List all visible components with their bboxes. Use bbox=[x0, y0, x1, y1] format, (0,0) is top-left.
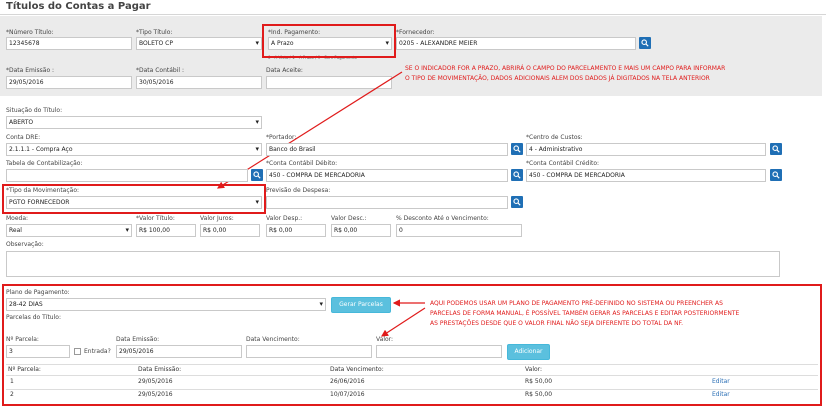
valor-desc-input[interactable]: R$ 0,00 bbox=[331, 224, 391, 237]
valor-juros-label: Valor Juros: bbox=[200, 215, 234, 222]
conta-dre-label: Conta DRE: bbox=[6, 134, 41, 141]
row-valor: R$ 50,00 bbox=[525, 391, 553, 398]
table-row: 2 29/05/2016 10/07/2016 R$ 50,00 Editar bbox=[6, 391, 818, 401]
valor-desc-label: Valor Desc.: bbox=[331, 215, 367, 222]
previsao-despesa-label: Previsão de Despesa: bbox=[266, 187, 331, 194]
valor-desp-label: Valor Desp.: bbox=[266, 215, 303, 222]
observacao-label: Observação: bbox=[6, 241, 44, 248]
conta-credito-label: *Conta Contábil Crédito: bbox=[526, 160, 600, 167]
plano-pagamento-select[interactable]: 28-42 DIAS bbox=[6, 298, 326, 311]
data-vencimento-label: Data Vencimento: bbox=[246, 336, 300, 343]
annotation-bottom-line2: PARCELAS DE FORMA MANUAL, É POSSÍVEL TAM… bbox=[430, 310, 740, 317]
annotation-bottom-line1: AQUI PODEMOS USAR UM PLANO DE PAGAMENTO … bbox=[430, 300, 723, 307]
row-n-parcela: 1 bbox=[10, 378, 14, 385]
conta-debito-label: *Conta Contábil Débito: bbox=[266, 160, 338, 167]
tabela-contab-input[interactable] bbox=[6, 169, 248, 182]
search-icon bbox=[772, 145, 780, 153]
row-data-vencimento: 26/06/2016 bbox=[330, 378, 365, 385]
data-vencimento-input[interactable] bbox=[246, 345, 372, 358]
parcelas-label: Parcelas do Título: bbox=[6, 314, 61, 321]
tabela-contab-label: Tabela de Contabilização: bbox=[6, 160, 83, 167]
tipo-movimentacao-highlight bbox=[2, 184, 266, 214]
table-header-valor: Valor: bbox=[525, 366, 543, 373]
previsao-despesa-search-button[interactable] bbox=[511, 196, 523, 208]
tabela-contab-search-button[interactable] bbox=[251, 169, 263, 181]
row-data-emissao: 29/05/2016 bbox=[138, 391, 173, 398]
search-icon bbox=[772, 171, 780, 179]
valor-juros-input[interactable]: R$ 0,00 bbox=[200, 224, 260, 237]
row-valor: R$ 50,00 bbox=[525, 378, 553, 385]
observacao-textarea[interactable] bbox=[6, 251, 780, 277]
parcela-data-emissao-input[interactable]: 29/05/2016 bbox=[116, 345, 242, 358]
conta-dre-select[interactable]: 2.1.1.1 - Compra Aço bbox=[6, 143, 262, 156]
moeda-select[interactable]: Real bbox=[6, 224, 132, 237]
gerar-parcelas-button[interactable]: Gerar Parcelas bbox=[331, 297, 391, 313]
search-icon bbox=[513, 198, 521, 206]
previsao-despesa-input[interactable] bbox=[266, 196, 508, 209]
n-parcela-label: Nº Parcela: bbox=[6, 336, 39, 343]
entrada-label: Entrada? bbox=[84, 348, 111, 355]
conta-debito-search-button[interactable] bbox=[511, 169, 523, 181]
valor-titulo-label: *Valor Título: bbox=[136, 215, 175, 222]
table-top-rule bbox=[6, 364, 818, 365]
portador-label: *Portador: bbox=[266, 134, 297, 141]
valor-desp-input[interactable]: R$ 0,00 bbox=[266, 224, 326, 237]
portador-input[interactable]: Banco do Brasil bbox=[266, 143, 508, 156]
table-row: 1 29/05/2016 26/06/2016 R$ 50,00 Editar bbox=[6, 378, 818, 388]
search-icon bbox=[513, 171, 521, 179]
pct-desconto-label: % Desconto Até o Vencimento: bbox=[396, 215, 489, 222]
centro-custos-search-button[interactable] bbox=[770, 143, 782, 155]
table-header-rule bbox=[6, 375, 818, 376]
row-edit-link[interactable]: Editar bbox=[712, 391, 730, 398]
valor-titulo-input[interactable]: R$ 100,00 bbox=[136, 224, 196, 237]
table-header-data-emissao: Data Emissão: bbox=[138, 366, 182, 373]
table-header-data-vencimento: Data Vencimento: bbox=[330, 366, 384, 373]
table-row-rule bbox=[6, 389, 818, 390]
moeda-label: Moeda: bbox=[6, 215, 29, 222]
situacao-label: Situação do Título: bbox=[6, 107, 63, 114]
search-icon bbox=[253, 171, 261, 179]
parcela-data-emissao-label: Data Emissão: bbox=[116, 336, 160, 343]
conta-debito-input[interactable]: 450 - COMPRA DE MERCADORIA bbox=[266, 169, 508, 182]
conta-credito-input[interactable]: 450 - COMPRA DE MERCADORIA bbox=[526, 169, 766, 182]
pct-desconto-input[interactable]: 0 bbox=[396, 224, 522, 237]
table-header-n-parcela: Nº Parcela: bbox=[8, 366, 41, 373]
row-data-emissao: 29/05/2016 bbox=[138, 378, 173, 385]
row-edit-link[interactable]: Editar bbox=[712, 378, 730, 385]
conta-credito-search-button[interactable] bbox=[770, 169, 782, 181]
row-data-vencimento: 10/07/2016 bbox=[330, 391, 365, 398]
valor-label: Valor: bbox=[376, 336, 394, 343]
entrada-checkbox[interactable] bbox=[74, 348, 81, 355]
search-icon bbox=[513, 145, 521, 153]
adicionar-button[interactable]: Adicionar bbox=[507, 344, 550, 360]
situacao-select[interactable]: ABERTO bbox=[6, 116, 262, 129]
n-parcela-input[interactable]: 3 bbox=[6, 345, 70, 358]
plano-pagamento-label: Plano de Pagamento: bbox=[6, 289, 70, 296]
centro-custos-label: *Centro de Custos: bbox=[526, 134, 583, 141]
centro-custos-input[interactable]: 4 - Administrativo bbox=[526, 143, 766, 156]
portador-search-button[interactable] bbox=[511, 143, 523, 155]
annotation-bottom-line3: AS PRESTAÇÕES DESDE QUE O VALOR FINAL NÃ… bbox=[430, 320, 684, 327]
valor-input[interactable] bbox=[376, 345, 502, 358]
row-n-parcela: 2 bbox=[10, 391, 14, 398]
